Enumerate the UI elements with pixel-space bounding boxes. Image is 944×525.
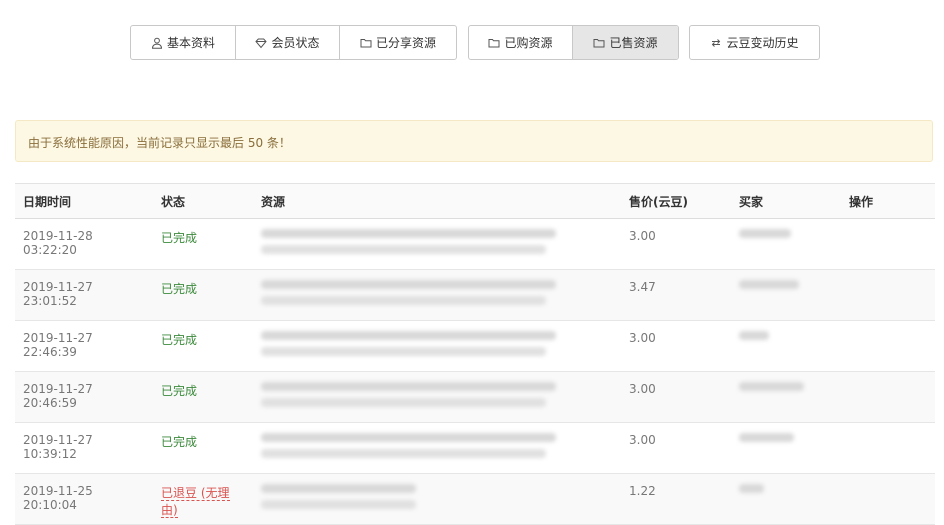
row-status: 已完成 <box>161 333 198 347</box>
table-header-row: 日期时间 状态 资源 售价(云豆) 买家 操作 <box>15 183 935 219</box>
row-datetime: 2019-11-25 20:10:04 <box>23 484 93 512</box>
buyer-redacted[interactable] <box>739 270 833 289</box>
tab-shared-resources[interactable]: 已分享资源 <box>340 26 456 59</box>
tab-group-history: 云豆变动历史 <box>689 25 820 60</box>
buyer-redacted[interactable] <box>739 321 833 340</box>
folder-icon <box>360 37 372 49</box>
buyer-redacted[interactable] <box>739 219 833 238</box>
row-price: 3.00 <box>629 229 656 243</box>
row-action <box>849 270 927 280</box>
tab-label: 基本资料 <box>166 36 215 50</box>
row-datetime: 2019-11-27 20:46:59 <box>23 382 93 410</box>
folder-icon <box>488 37 500 49</box>
row-datetime: 2019-11-27 10:39:12 <box>23 433 93 461</box>
header-price: 售价(云豆) <box>621 183 731 219</box>
table-row: 2019-11-27 22:46:39 已完成 3.00 <box>15 320 935 372</box>
tab-label: 云豆变动历史 <box>726 36 799 50</box>
record-limit-alert: 由于系统性能原因，当前记录只显示最后 50 条！ <box>15 120 933 162</box>
row-action <box>849 474 927 484</box>
user-icon <box>151 37 163 49</box>
resource-link-redacted[interactable] <box>261 474 613 509</box>
table-row: 2019-11-27 20:46:59 已完成 3.00 <box>15 371 935 423</box>
header-action: 操作 <box>841 183 935 219</box>
row-price: 3.00 <box>629 382 656 396</box>
row-action <box>849 423 927 433</box>
tab-label: 已售资源 <box>609 36 658 50</box>
tab-label: 已购资源 <box>504 36 553 50</box>
row-status: 已完成 <box>161 384 198 398</box>
alert-text: 由于系统性能原因，当前记录只显示最后 50 条！ <box>28 136 291 150</box>
resource-link-redacted[interactable] <box>261 321 613 356</box>
header-buyer: 买家 <box>731 183 841 219</box>
resource-link-redacted[interactable] <box>261 423 613 458</box>
table-row: 2019-11-27 10:39:12 已完成 3.00 <box>15 422 935 474</box>
row-datetime: 2019-11-28 03:22:20 <box>23 229 93 257</box>
resource-link-redacted[interactable] <box>261 219 613 254</box>
tab-member-status[interactable]: 会员状态 <box>236 26 340 59</box>
diamond-icon <box>255 37 268 49</box>
row-status: 已完成 <box>161 231 198 245</box>
tab-label: 会员状态 <box>271 36 320 50</box>
row-action <box>849 219 927 229</box>
row-datetime: 2019-11-27 23:01:52 <box>23 280 93 308</box>
tab-coin-history[interactable]: 云豆变动历史 <box>690 26 819 59</box>
header-datetime: 日期时间 <box>15 183 153 219</box>
row-price: 3.00 <box>629 331 656 345</box>
sold-resources-table: 日期时间 状态 资源 售价(云豆) 买家 操作 2019-11-28 03:22… <box>15 183 935 525</box>
row-status[interactable]: 已退豆 (无理由) <box>161 486 230 518</box>
tab-basic-info[interactable]: 基本资料 <box>131 26 236 59</box>
tab-group-resources: 已购资源 已售资源 <box>468 25 679 60</box>
row-status: 已完成 <box>161 282 198 296</box>
resource-link-redacted[interactable] <box>261 372 613 407</box>
exchange-icon <box>710 37 722 49</box>
tab-label: 已分享资源 <box>375 36 436 50</box>
profile-tabbar: 基本资料 会员状态 已分享资源 已购资源 已售资源 云豆变动历史 <box>0 25 944 60</box>
buyer-redacted[interactable] <box>739 372 833 391</box>
table-row: 2019-11-28 03:22:20 已完成 3.00 <box>15 218 935 270</box>
tab-group-profile: 基本资料 会员状态 已分享资源 <box>130 25 457 60</box>
tab-sold-resources[interactable]: 已售资源 <box>573 26 678 59</box>
row-datetime: 2019-11-27 22:46:39 <box>23 331 93 359</box>
tab-purchased-resources[interactable]: 已购资源 <box>469 26 573 59</box>
table-row: 2019-11-27 23:01:52 已完成 3.47 <box>15 269 935 321</box>
header-resource: 资源 <box>253 183 621 219</box>
row-price: 3.00 <box>629 433 656 447</box>
folder-icon <box>593 37 605 49</box>
resource-link-redacted[interactable] <box>261 270 613 305</box>
buyer-redacted[interactable] <box>739 474 833 493</box>
row-status: 已完成 <box>161 435 198 449</box>
row-price: 3.47 <box>629 280 656 294</box>
header-status: 状态 <box>153 183 253 219</box>
row-price: 1.22 <box>629 484 656 498</box>
buyer-redacted[interactable] <box>739 423 833 442</box>
row-action <box>849 372 927 382</box>
table-row: 2019-11-25 20:10:04 已退豆 (无理由) 1.22 <box>15 473 935 525</box>
row-action <box>849 321 927 331</box>
